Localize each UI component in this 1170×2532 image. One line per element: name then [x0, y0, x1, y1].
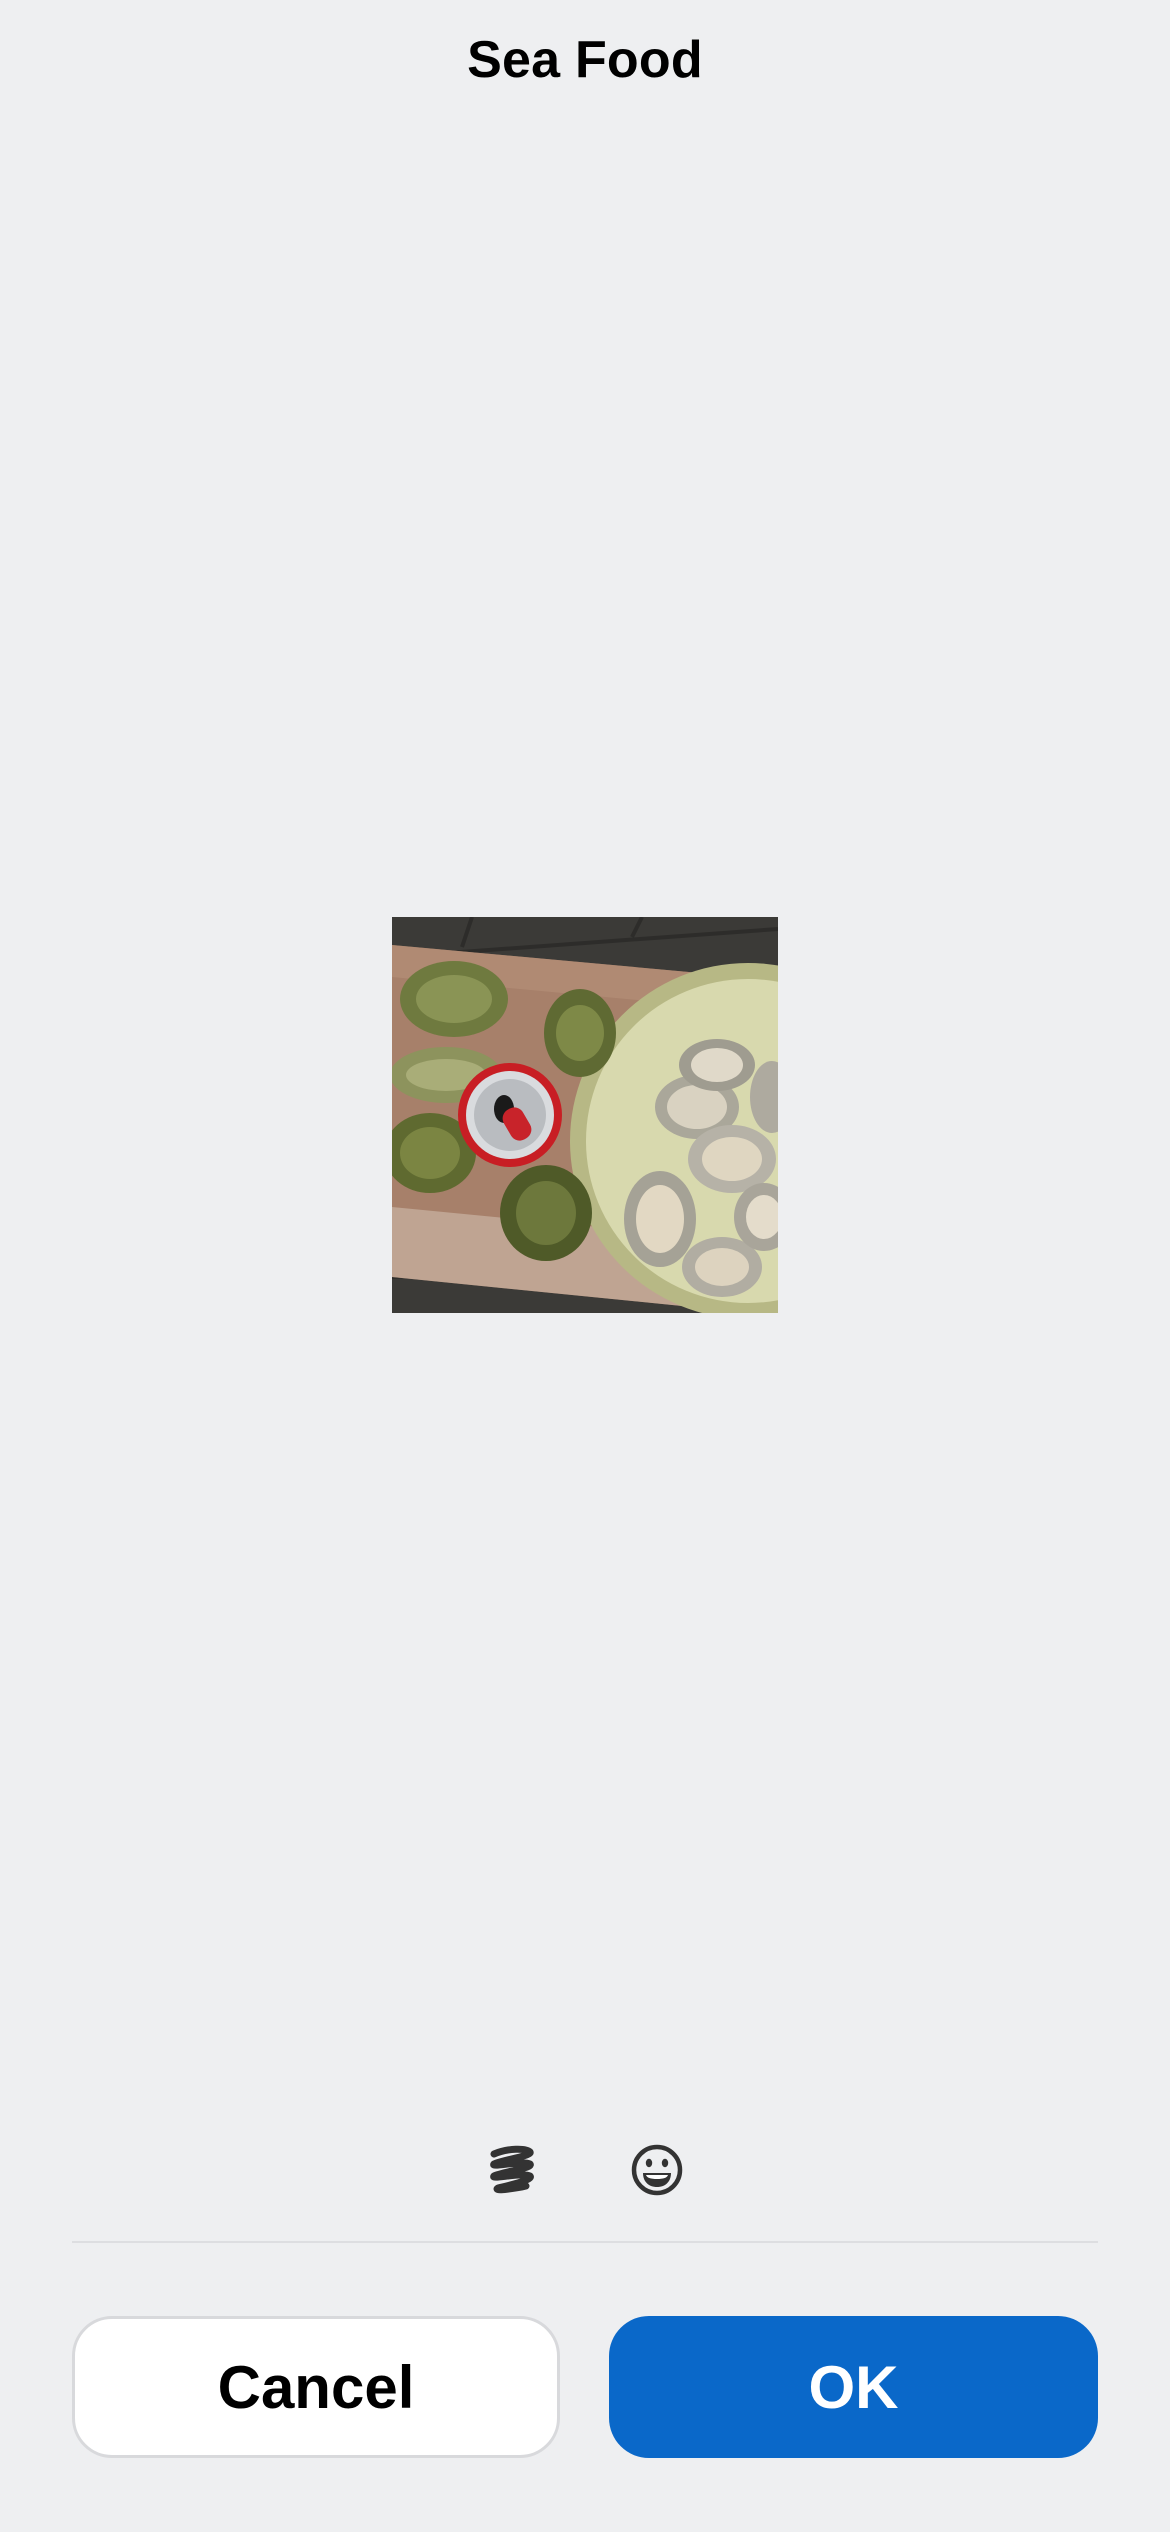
page-title: Sea Food: [467, 31, 703, 89]
ok-button[interactable]: OK: [609, 2316, 1098, 2458]
cancel-button[interactable]: Cancel: [72, 2316, 560, 2458]
oysters-photo: [392, 917, 778, 1313]
annotation-toolbar: [0, 2132, 1170, 2208]
scribble-icon[interactable]: [474, 2132, 550, 2208]
divider: [72, 2241, 1098, 2243]
emoji-icon[interactable]: [619, 2132, 695, 2208]
